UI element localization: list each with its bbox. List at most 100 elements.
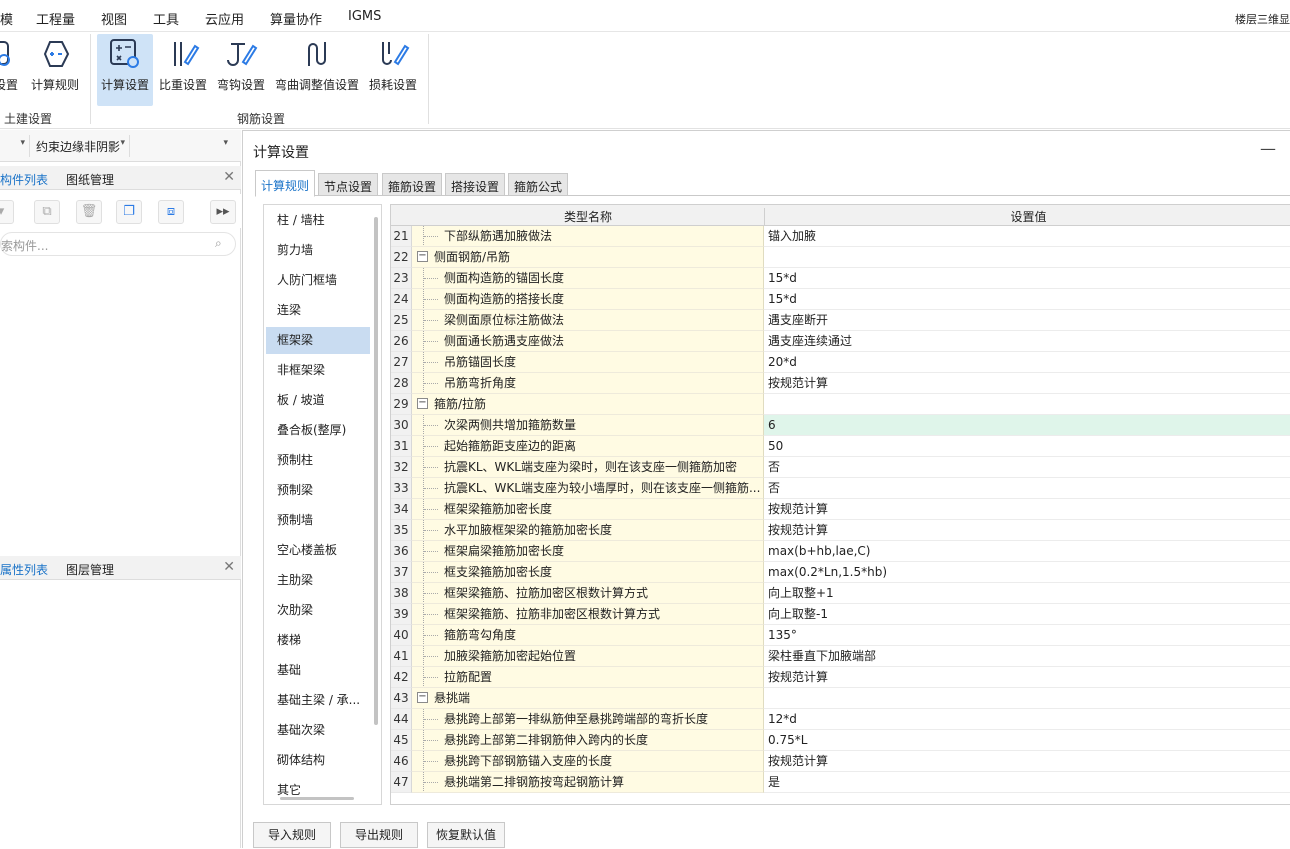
menu-collab[interactable]: 算量协作 bbox=[270, 9, 322, 28]
hook-settings-button[interactable]: 弯钩设置 bbox=[214, 34, 268, 106]
tab-stirrup-settings[interactable]: 箍筋设置 bbox=[382, 173, 443, 196]
table-row[interactable]: 37 框支梁箍筋加密长度 max(0.2*Ln,1.5*hb) bbox=[391, 562, 1290, 583]
tab-layer-manage[interactable]: 图层管理 bbox=[66, 561, 114, 578]
menu-view[interactable]: 视图 bbox=[101, 9, 127, 28]
layer-copy-icon[interactable]: ⧈ bbox=[158, 200, 184, 224]
bend-adjust-button[interactable]: 弯曲调整值设置 bbox=[272, 34, 362, 106]
collapse-icon[interactable]: − bbox=[417, 251, 428, 262]
tab-stirrup-formula[interactable]: 箍筋公式 bbox=[508, 173, 569, 196]
table-row[interactable]: 47 悬挑端第二排钢筋按弯起钢筋计算 是 bbox=[391, 772, 1290, 793]
setting-value-cell[interactable]: 0.75*L bbox=[764, 730, 1290, 751]
table-row[interactable]: 23 侧面构造筋的锚固长度 15*d bbox=[391, 268, 1290, 289]
setting-value-cell[interactable]: 按规范计算 bbox=[764, 499, 1290, 520]
category-item[interactable]: 次肋梁 bbox=[266, 597, 370, 624]
setting-value-cell[interactable]: 按规范计算 bbox=[764, 520, 1290, 541]
table-row[interactable]: 44 悬挑跨上部第一排纵筋伸至悬挑跨端部的弯折长度 12*d bbox=[391, 709, 1290, 730]
table-row[interactable]: 39 框架梁箍筋、拉筋非加密区根数计算方式 向上取整-1 bbox=[391, 604, 1290, 625]
table-row[interactable]: 34 框架梁箍筋加密长度 按规范计算 bbox=[391, 499, 1290, 520]
table-row[interactable]: 25 梁侧面原位标注筋做法 遇支座断开 bbox=[391, 310, 1290, 331]
category-item[interactable]: 预制梁 bbox=[266, 477, 370, 504]
setting-value-cell[interactable]: max(0.2*Ln,1.5*hb) bbox=[764, 562, 1290, 583]
setting-value-cell[interactable]: max(b+hb,lae,C) bbox=[764, 541, 1290, 562]
settings-button[interactable]: 设置 bbox=[0, 34, 22, 106]
setting-value-cell[interactable]: 15*d bbox=[764, 268, 1290, 289]
table-row[interactable]: 42 拉筋配置 按规范计算 bbox=[391, 667, 1290, 688]
restore-defaults-button[interactable]: 恢复默认值 bbox=[427, 822, 505, 848]
setting-value-cell[interactable]: 6 bbox=[764, 415, 1290, 436]
category-item[interactable]: 砌体结构 bbox=[266, 747, 370, 774]
column-header-name[interactable]: 类型名称 bbox=[412, 208, 764, 225]
tab-property-list[interactable]: 属性列表 bbox=[0, 561, 48, 578]
table-row[interactable]: 33 抗震KL、WKL端支座为较小墙厚时，则在该支座一侧箍筋... 否 bbox=[391, 478, 1290, 499]
category-item[interactable]: 预制柱 bbox=[266, 447, 370, 474]
table-row[interactable]: 40 箍筋弯勾角度 135° bbox=[391, 625, 1290, 646]
setting-value-cell[interactable]: 按规范计算 bbox=[764, 373, 1290, 394]
calc-settings-button[interactable]: 计算设置 bbox=[97, 34, 153, 106]
category-item[interactable]: 楼梯 bbox=[266, 627, 370, 654]
tab-lap-settings[interactable]: 搭接设置 bbox=[445, 173, 506, 196]
category-item[interactable]: 基础主梁 / 承... bbox=[266, 687, 370, 714]
table-row[interactable]: 43− 悬挑端 bbox=[391, 688, 1290, 709]
table-row[interactable]: 30 次梁两侧共增加箍筋数量 6 bbox=[391, 415, 1290, 436]
tab-calc-rules[interactable]: 计算规则 bbox=[255, 170, 316, 197]
table-row[interactable]: 31 起始箍筋距支座边的距离 50 bbox=[391, 436, 1290, 457]
setting-value-cell[interactable]: 否 bbox=[764, 478, 1290, 499]
table-row[interactable]: 21 下部纵筋遇加腋做法 锚入加腋 bbox=[391, 226, 1290, 247]
setting-value-cell[interactable]: 50 bbox=[764, 436, 1290, 457]
category-item[interactable]: 连梁 bbox=[266, 297, 370, 324]
new-component-button[interactable]: ▾ bbox=[0, 200, 14, 224]
menu-tools[interactable]: 工具 bbox=[153, 9, 179, 28]
setting-value-cell[interactable]: 梁柱垂直下加腋端部 bbox=[764, 646, 1290, 667]
table-row[interactable]: 45 悬挑跨上部第二排钢筋伸入跨内的长度 0.75*L bbox=[391, 730, 1290, 751]
table-row[interactable]: 36 框架扁梁箍筋加密长度 max(b+hb,lae,C) bbox=[391, 541, 1290, 562]
collapse-icon[interactable]: − bbox=[417, 692, 428, 703]
copy-icon[interactable]: ⧉ bbox=[34, 200, 60, 224]
combo-box-2[interactable]: 约束边缘非阴影 ▾ bbox=[32, 135, 130, 157]
table-row[interactable]: 28 吊筋弯折角度 按规范计算 bbox=[391, 373, 1290, 394]
category-item[interactable]: 叠合板(整厚) bbox=[266, 417, 370, 444]
menu-igms[interactable]: IGMS bbox=[348, 9, 381, 24]
setting-value-cell[interactable]: 15*d bbox=[764, 289, 1290, 310]
weight-settings-button[interactable]: 比重设置 bbox=[157, 34, 209, 106]
setting-value-cell[interactable]: 否 bbox=[764, 457, 1290, 478]
category-item[interactable]: 框架梁 bbox=[266, 327, 370, 354]
calc-rules-button[interactable]: 计算规则 bbox=[29, 34, 81, 106]
category-item[interactable]: 人防门框墙 bbox=[266, 267, 370, 294]
menu-quantity[interactable]: 工程量 bbox=[36, 9, 75, 28]
setting-value-cell[interactable]: 向上取整-1 bbox=[764, 604, 1290, 625]
setting-value-cell[interactable]: 12*d bbox=[764, 709, 1290, 730]
setting-value-cell[interactable]: 遇支座断开 bbox=[764, 310, 1290, 331]
category-item[interactable]: 剪力墙 bbox=[266, 237, 370, 264]
table-row[interactable]: 38 框架梁箍筋、拉筋加密区根数计算方式 向上取整+1 bbox=[391, 583, 1290, 604]
table-row[interactable]: 41 加腋梁箍筋加密起始位置 梁柱垂直下加腋端部 bbox=[391, 646, 1290, 667]
category-item[interactable]: 基础 bbox=[266, 657, 370, 684]
category-item[interactable]: 柱 / 墙柱 bbox=[266, 207, 370, 234]
duplicate-icon[interactable]: ❐ bbox=[116, 200, 142, 224]
floor-3d-display[interactable]: 楼层三维显 bbox=[1235, 11, 1290, 27]
delete-icon[interactable]: 🗑 bbox=[76, 200, 102, 224]
setting-value-cell[interactable]: 向上取整+1 bbox=[764, 583, 1290, 604]
column-header-value[interactable]: 设置值 bbox=[764, 208, 1290, 225]
table-row[interactable]: 22− 侧面钢筋/吊筋 bbox=[391, 247, 1290, 268]
setting-value-cell[interactable]: 锚入加腋 bbox=[764, 226, 1290, 247]
close-icon[interactable]: ✕ bbox=[223, 169, 235, 185]
loss-settings-button[interactable]: 损耗设置 bbox=[366, 34, 420, 106]
combo-box-3[interactable]: ▾ bbox=[132, 135, 232, 157]
export-rules-button[interactable]: 导出规则 bbox=[340, 822, 418, 848]
tab-node-settings[interactable]: 节点设置 bbox=[318, 173, 379, 196]
category-item[interactable]: 空心楼盖板 bbox=[266, 537, 370, 564]
table-row[interactable]: 29− 箍筋/拉筋 bbox=[391, 394, 1290, 415]
category-item[interactable]: 其它 bbox=[266, 777, 370, 804]
setting-value-cell[interactable]: 遇支座连续通过 bbox=[764, 331, 1290, 352]
category-item[interactable]: 非框架梁 bbox=[266, 357, 370, 384]
table-row[interactable]: 46 悬挑跨下部钢筋锚入支座的长度 按规范计算 bbox=[391, 751, 1290, 772]
table-row[interactable]: 35 水平加腋框架梁的箍筋加密长度 按规范计算 bbox=[391, 520, 1290, 541]
combo-box-1[interactable]: ▾ bbox=[0, 135, 30, 157]
close-icon[interactable]: ✕ bbox=[223, 559, 235, 575]
search-input[interactable]: 索构件... ⌕ bbox=[0, 232, 236, 256]
setting-value-cell[interactable]: 20*d bbox=[764, 352, 1290, 373]
menu-modeling[interactable]: 模 bbox=[0, 9, 13, 28]
table-row[interactable]: 26 侧面通长筋遇支座做法 遇支座连续通过 bbox=[391, 331, 1290, 352]
setting-value-cell[interactable]: 135° bbox=[764, 625, 1290, 646]
minimize-icon[interactable]: — bbox=[1260, 139, 1276, 158]
